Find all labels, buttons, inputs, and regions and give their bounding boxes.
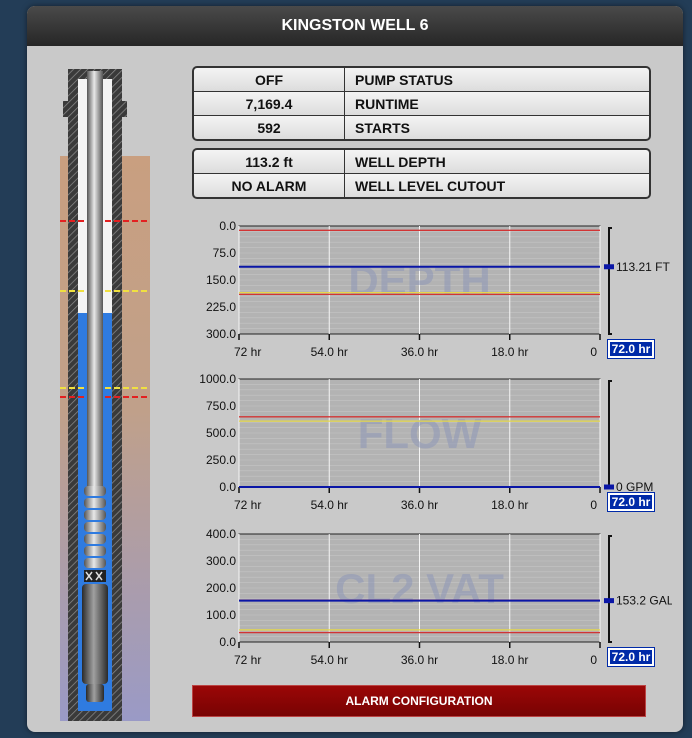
y-tick-label: 400.0 (206, 527, 236, 541)
current-value-marker (604, 484, 614, 490)
x-tick-label: 72 hr (234, 653, 261, 667)
table-row: 7,169.4 RUNTIME (194, 92, 649, 115)
cl2-vat-trend-svg: CL2 VAT 400.0 300.0 200.0 100.0 0.0 72 hr 54.0 … (206, 527, 672, 667)
well-panel: KINGSTON WELL 6 OFF PUMP STATUS 7,169.4 … (27, 6, 683, 732)
y-tick-label: 150.0 (206, 273, 236, 287)
current-value-label: 0 GPM (616, 480, 653, 494)
y-tick-label: 300.0 (206, 327, 236, 341)
starts-label: STARTS (345, 116, 649, 139)
y-tick-label: 300.0 (206, 554, 236, 568)
x-tick-label: 54.0 hr (311, 345, 348, 359)
y-tick-label: 1000.0 (199, 372, 236, 386)
x-tick-label: 36.0 hr (401, 653, 438, 667)
flow-trend-svg: FLOW1000.0750.0500.0250.00.072 hr 54.0 hr… (199, 372, 653, 512)
cl2-vat-trend-chart: CL2 VAT 400.0 300.0 200.0 100.0 0.0 72 hr 54.0 … (192, 524, 672, 672)
pump-status-value: OFF (194, 68, 344, 91)
x-tick-label: 18.0 hr (491, 498, 528, 512)
current-value-label: 153.2 GAL (616, 594, 672, 608)
current-value-marker (604, 598, 614, 604)
flow-period-badge[interactable]: 72.0 hr (607, 492, 655, 512)
x-tick-label: 18.0 hr (491, 345, 528, 359)
x-tick-label: 0 (590, 653, 597, 667)
well-depth-label: WELL DEPTH (345, 150, 649, 173)
well-cross-section (60, 69, 150, 721)
alarm-configuration-button[interactable]: ALARM CONFIGURATION (192, 685, 646, 717)
pump-intake (84, 570, 106, 582)
casing-right (112, 79, 122, 721)
current-value-marker (604, 264, 614, 270)
table-row: NO ALARM WELL LEVEL CUTOUT (194, 174, 649, 197)
depth-period-badge[interactable]: 72.0 hr (607, 339, 655, 359)
y-tick-label: 0.0 (219, 480, 236, 494)
depth-trend-chart: DEPTH 0.0 75.0 150.0 225.0 300.0 72 hr 54.0 hr 3… (192, 216, 672, 364)
pump-status-label: PUMP STATUS (345, 68, 649, 91)
range-bracket (608, 535, 612, 643)
well-depth-value: 113.2 ft (194, 150, 344, 173)
chart-title: CL2 VAT (335, 565, 504, 612)
starts-value: 592 (194, 116, 344, 139)
pump-status-table: OFF PUMP STATUS 7,169.4 RUNTIME 592 STAR… (192, 66, 651, 141)
y-tick-label: 750.0 (206, 399, 236, 413)
table-row: OFF PUMP STATUS (194, 68, 649, 91)
runtime-label: RUNTIME (345, 92, 649, 115)
table-row: 592 STARTS (194, 116, 649, 139)
x-tick-label: 18.0 hr (491, 653, 528, 667)
casing-bottom (68, 711, 122, 721)
window-title: KINGSTON WELL 6 (27, 6, 683, 46)
x-tick-label: 54.0 hr (311, 653, 348, 667)
flow-trend-chart: FLOW 1000.0 750.0 500.0 250.0 0.0 72 hr 54.0 hr… (192, 369, 672, 517)
x-tick-label: 72 hr (234, 345, 261, 359)
casing-left (68, 79, 78, 721)
well-level-table: 113.2 ft WELL DEPTH NO ALARM WELL LEVEL … (192, 148, 651, 199)
x-tick-label: 0 (590, 345, 597, 359)
pump-motor (82, 584, 108, 684)
y-tick-label: 500.0 (206, 426, 236, 440)
y-tick-label: 225.0 (206, 300, 236, 314)
x-tick-label: 54.0 hr (311, 498, 348, 512)
table-row: 113.2 ft WELL DEPTH (194, 150, 649, 173)
range-bracket (608, 380, 612, 488)
depth-trend-svg: DEPTH 0.0 75.0 150.0 225.0 300.0 72 hr 54.0 hr 3… (206, 219, 671, 359)
chart-title: DEPTH (348, 257, 490, 304)
current-value-label: 113.21 FT (616, 260, 670, 274)
x-tick-label: 36.0 hr (401, 345, 438, 359)
y-tick-label: 100.0 (206, 608, 236, 622)
y-tick-label: 200.0 (206, 581, 236, 595)
y-tick-label: 0.0 (219, 635, 236, 649)
cl2-vat-period-badge[interactable]: 72.0 hr (607, 647, 655, 667)
motor-base (86, 684, 104, 702)
range-bracket (608, 227, 612, 335)
x-tick-label: 0 (590, 498, 597, 512)
x-tick-label: 36.0 hr (401, 498, 438, 512)
level-cutout-label: WELL LEVEL CUTOUT (345, 174, 649, 197)
x-tick-label: 72 hr (234, 498, 261, 512)
level-cutout-value: NO ALARM (194, 174, 344, 197)
y-tick-label: 250.0 (206, 453, 236, 467)
y-tick-label: 0.0 (219, 219, 236, 233)
y-tick-label: 75.0 (213, 246, 237, 260)
runtime-value: 7,169.4 (194, 92, 344, 115)
drop-pipe (87, 71, 103, 491)
pump-stages (84, 486, 106, 568)
